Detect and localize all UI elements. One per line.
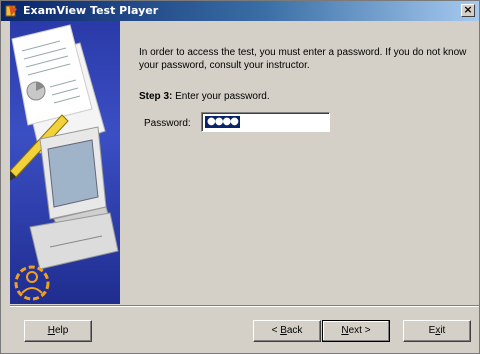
sidebar-illustration xyxy=(10,21,120,304)
help-button[interactable]: Help xyxy=(24,320,92,342)
exit-button[interactable]: Exit xyxy=(403,320,471,342)
step-text: Enter your password. xyxy=(175,91,270,102)
step-number: Step 3: xyxy=(139,91,173,102)
back-button[interactable]: < Back xyxy=(253,320,321,342)
next-label-post: ext > xyxy=(348,325,371,336)
back-label-post: ack xyxy=(286,325,303,336)
close-button[interactable]: × xyxy=(461,4,475,17)
password-value: ●●●● xyxy=(205,116,240,128)
test-papers-computer-illustration xyxy=(10,24,119,301)
back-label-mnemonic: B xyxy=(280,325,287,336)
password-label: Password: xyxy=(144,118,191,129)
exit-label-post: it xyxy=(440,325,446,336)
next-button[interactable]: Next > xyxy=(322,320,390,342)
password-field[interactable]: ●●●● xyxy=(201,112,330,132)
examview-app-icon xyxy=(5,5,17,17)
window-title: ExamView Test Player xyxy=(23,4,159,17)
next-label-mnemonic: N xyxy=(341,325,349,336)
examview-window: ExamView Test Player × In order to acces… xyxy=(0,0,480,354)
help-label-mnemonic: H xyxy=(47,325,55,336)
close-icon: × xyxy=(463,3,473,16)
step-instruction: Step 3: Enter your password. xyxy=(139,91,270,102)
back-label-pre: < xyxy=(271,325,281,336)
title-bar[interactable]: ExamView Test Player × xyxy=(1,1,479,21)
intro-text: In order to access the test, you must en… xyxy=(139,47,467,71)
button-separator xyxy=(10,305,479,307)
help-label-post: elp xyxy=(54,325,69,336)
